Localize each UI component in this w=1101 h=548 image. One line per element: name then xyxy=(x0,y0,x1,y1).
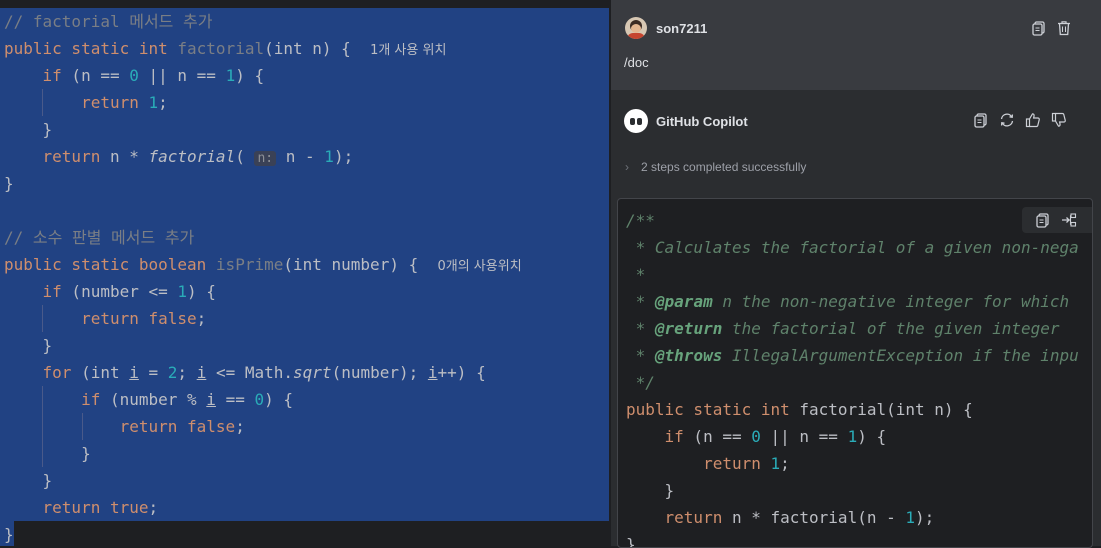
code-line: return true; xyxy=(42,498,159,517)
code-line: } xyxy=(42,336,53,355)
code-line: } xyxy=(664,481,675,500)
code-block-toolbar xyxy=(1022,207,1092,233)
code-line: } xyxy=(42,120,53,139)
code-line: if (n == 0 || n == 1) { xyxy=(664,427,887,446)
code-line: return n * factorial(n - 1); xyxy=(664,508,935,527)
code-line: return n * factorial( n: n - 1); xyxy=(42,147,354,166)
thumbs-down-icon[interactable] xyxy=(1050,111,1068,129)
steps-status-text: 2 steps completed successfully xyxy=(641,160,807,174)
user-name: son7211 xyxy=(656,21,708,36)
code-line: if (number % i == 0) { xyxy=(81,390,294,409)
usage-hint[interactable]: 1개 사용 위치 xyxy=(370,43,446,58)
code-line: * Calculates the factorial of a given no… xyxy=(626,238,1079,257)
steps-summary[interactable]: › 2 steps completed successfully xyxy=(625,160,806,174)
code-line: if (number <= 1) { xyxy=(42,282,216,301)
code-line: * @return the factorial of the given int… xyxy=(626,319,1060,338)
code-line: public static int factorial(int n) { xyxy=(626,400,973,419)
code-line: } xyxy=(4,525,14,544)
code-line: return 1; xyxy=(703,454,790,473)
code-line: if (n == 0 || n == 1) { xyxy=(42,66,265,85)
code-line: } xyxy=(42,471,53,490)
code-line: } xyxy=(626,535,636,548)
user-message xyxy=(611,0,1101,90)
code-line: */ xyxy=(626,373,655,392)
code-block: /** * Calculates the factorial of a give… xyxy=(617,198,1093,548)
copy-icon[interactable] xyxy=(972,111,990,129)
editor-top-strip xyxy=(0,0,609,8)
code-line: return false; xyxy=(119,417,245,436)
parameter-hint: n: xyxy=(254,151,277,166)
code-line: } xyxy=(81,444,91,463)
user-message-text: /doc xyxy=(624,55,649,70)
code-line: for (int i = 2; i <= Math.sqrt(number); … xyxy=(42,363,486,382)
code-line: return false; xyxy=(81,309,207,328)
code-line: * xyxy=(626,265,646,284)
code-line: return 1; xyxy=(81,93,168,112)
code-line: // factorial 메서드 추가 xyxy=(4,12,213,31)
copilot-logo-icon xyxy=(624,109,648,133)
code-line: public static boolean isPrime(int number… xyxy=(4,255,522,274)
code-line: public static int factorial(int n) { 1개 … xyxy=(4,39,447,58)
code-line: * @throws IllegalArgumentException if th… xyxy=(626,346,1079,365)
copy-icon[interactable] xyxy=(1034,211,1052,229)
chevron-right-icon: › xyxy=(625,160,629,174)
code-line: } xyxy=(4,174,14,193)
regenerate-icon[interactable] xyxy=(998,111,1016,129)
code-line: // 소수 판별 메서드 추가 xyxy=(4,228,195,247)
insert-icon[interactable] xyxy=(1060,211,1078,229)
code-line: * @param n the non-negative integer for … xyxy=(626,292,1070,311)
usage-hint[interactable]: 0개의 사용위치 xyxy=(437,259,521,274)
assistant-name: GitHub Copilot xyxy=(656,114,748,129)
avatar xyxy=(625,17,647,39)
delete-icon[interactable] xyxy=(1055,19,1073,37)
copy-icon[interactable] xyxy=(1030,19,1048,37)
thumbs-up-icon[interactable] xyxy=(1024,111,1042,129)
code-editor[interactable]: // factorial 메서드 추가 public static int fa… xyxy=(0,0,609,546)
code-line: /** xyxy=(626,211,655,230)
